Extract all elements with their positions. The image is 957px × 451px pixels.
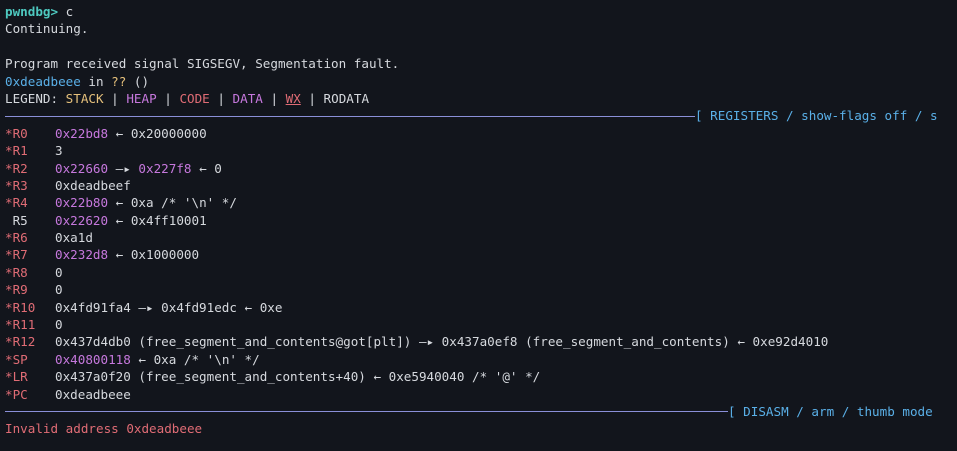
register-value: 0x22b80 bbox=[55, 195, 109, 211]
register-value: ← 0xa /* '\n' */ bbox=[130, 351, 260, 367]
disasm-separator: [ DISASM / arm / thumb mode bbox=[5, 403, 957, 420]
register-row: *R1 3 bbox=[5, 142, 957, 159]
register-row: *R10 0x4fd91fa4 —▸ 0x4fd91edc ← 0xe bbox=[5, 299, 957, 316]
register-name: *R0 bbox=[5, 125, 28, 141]
register-row: *LR 0x437a0f20 (free_segment_and_contents… bbox=[5, 368, 957, 385]
register-row: *R6 0xa1d bbox=[5, 229, 957, 246]
legend-separator: | bbox=[103, 90, 127, 106]
register-name: *R3 bbox=[5, 177, 28, 193]
register-value: 0 bbox=[55, 317, 63, 333]
register-value: 0x232d8 bbox=[55, 247, 109, 263]
prompt: pwndbg> bbox=[5, 4, 59, 19]
register-value: 0 bbox=[55, 264, 63, 280]
register-row: *R7 0x232d8 ← 0x1000000 bbox=[5, 246, 957, 263]
separator-rule bbox=[5, 115, 695, 117]
register-value: 0x437a0f20 (free_segment_and_contents+40… bbox=[55, 369, 541, 385]
registers-header: [ REGISTERS / show-flags off / s bbox=[695, 108, 938, 124]
register-value: 0x22660 bbox=[55, 160, 109, 176]
register-name: *R8 bbox=[5, 264, 28, 280]
continuing-line: Continuing. bbox=[5, 21, 89, 37]
terminal-window[interactable]: pwndbg> c Continuing. Program received s… bbox=[0, 0, 957, 451]
register-name: *R4 bbox=[5, 195, 28, 211]
separator-rule bbox=[5, 411, 728, 413]
legend-code: CODE bbox=[179, 90, 210, 106]
register-value: ← 0xa /* '\n' */ bbox=[108, 195, 237, 211]
register-name: *R12 bbox=[5, 334, 36, 350]
register-row: *R4 0x22b80 ← 0xa /* '\n' */ bbox=[5, 194, 957, 211]
register-name: R5 bbox=[5, 212, 28, 228]
legend-stack: STACK bbox=[65, 90, 104, 106]
register-value: ← 0x1000000 bbox=[108, 247, 200, 263]
disasm-header: [ DISASM / arm / thumb mode bbox=[728, 403, 933, 419]
register-name: *R9 bbox=[5, 282, 28, 298]
legend-rodata: RODATA bbox=[323, 90, 370, 106]
legend-line: LEGEND: STACK | HEAP | CODE | DATA | WX … bbox=[5, 90, 957, 107]
register-row: *PC 0xdeadbeee bbox=[5, 386, 957, 403]
register-value: 0x437d4db0 (free_segment_and_contents@go… bbox=[55, 334, 829, 350]
register-value: ← 0x20000000 bbox=[108, 125, 207, 141]
register-name: *SP bbox=[5, 351, 28, 367]
register-name: *R11 bbox=[5, 317, 36, 333]
register-name: *R10 bbox=[5, 299, 36, 315]
register-value: 0x227f8 bbox=[138, 160, 192, 176]
register-value: 0xa1d bbox=[55, 230, 93, 246]
location-line: 0xdeadbeee in ?? () bbox=[5, 73, 957, 90]
register-name: *R6 bbox=[5, 230, 28, 246]
fault-address: 0xdeadbeee bbox=[5, 73, 81, 89]
register-value: —▸ bbox=[108, 160, 139, 176]
legend-separator: | bbox=[300, 90, 324, 106]
register-value: 0x4fd91fa4 —▸ 0x4fd91edc ← 0xe bbox=[55, 299, 283, 315]
register-name: *R7 bbox=[5, 247, 28, 263]
legend-heap: HEAP bbox=[126, 90, 157, 106]
register-row: R5 0x22620 ← 0x4ff10001 bbox=[5, 212, 957, 229]
register-name: *R1 bbox=[5, 143, 28, 159]
register-row: *R11 0 bbox=[5, 316, 957, 333]
disasm-error: Invalid address 0xdeadbeee bbox=[5, 421, 203, 437]
register-row: *SP 0x40800118 ← 0xa /* '\n' */ bbox=[5, 351, 957, 368]
register-value: 0x22bd8 bbox=[55, 125, 109, 141]
legend-label: LEGEND: bbox=[5, 90, 66, 106]
register-value: 0x40800118 bbox=[55, 351, 131, 367]
register-row: *R2 0x22660 —▸ 0x227f8 ← 0 bbox=[5, 160, 957, 177]
register-row: *R0 0x22bd8 ← 0x20000000 bbox=[5, 125, 957, 142]
register-row: *R12 0x437d4db0 (free_segment_and_content… bbox=[5, 333, 957, 350]
register-row: *R3 0xdeadbeef bbox=[5, 177, 957, 194]
register-row: *R8 0 bbox=[5, 264, 957, 281]
register-value: 0xdeadbeee bbox=[55, 386, 131, 402]
registers-panel: *R0 0x22bd8 ← 0x20000000 *R1 3 *R2 0x22660 —▸… bbox=[5, 125, 957, 403]
legend-data: DATA bbox=[232, 90, 263, 106]
register-name: *PC bbox=[5, 386, 28, 402]
register-value: ← 0x4ff10001 bbox=[108, 212, 207, 228]
register-value: 0xdeadbeef bbox=[55, 177, 131, 193]
location-in: in bbox=[80, 73, 112, 89]
legend-separator: | bbox=[262, 90, 286, 106]
register-row: *R9 0 bbox=[5, 281, 957, 298]
register-name: *LR bbox=[5, 369, 28, 385]
function-args: () bbox=[126, 73, 150, 89]
register-value: 3 bbox=[55, 143, 63, 159]
signal-message: Program received signal SIGSEGV, Segment… bbox=[5, 56, 400, 72]
function-name: ?? bbox=[111, 73, 127, 89]
command-line: pwndbg> c bbox=[5, 3, 957, 20]
register-value: ← 0 bbox=[191, 160, 222, 176]
command-text: c bbox=[65, 4, 74, 19]
legend-separator: | bbox=[209, 90, 233, 106]
legend-separator: | bbox=[156, 90, 180, 106]
legend-wx: WX bbox=[285, 90, 301, 106]
register-value: 0x22620 bbox=[55, 212, 109, 228]
register-name: *R2 bbox=[5, 160, 28, 176]
registers-separator: [ REGISTERS / show-flags off / s bbox=[5, 107, 957, 124]
register-value: 0 bbox=[55, 282, 63, 298]
